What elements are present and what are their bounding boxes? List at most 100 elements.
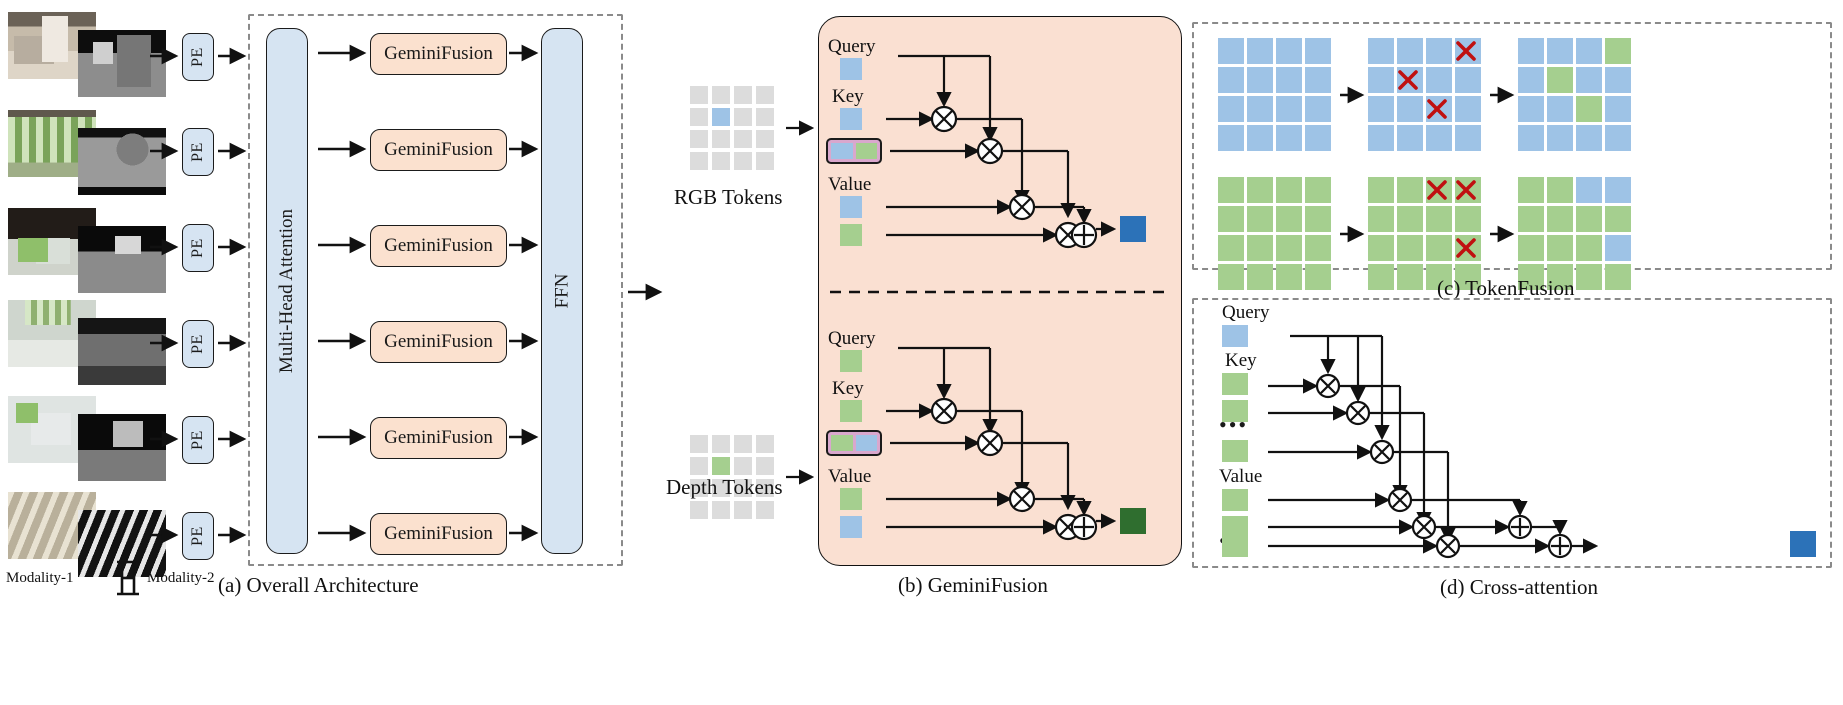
- token-cell: [1576, 38, 1602, 64]
- panel-d-output-token: [1790, 531, 1816, 557]
- token-cell: [1218, 38, 1244, 64]
- token-cell: [690, 130, 708, 148]
- multi-head-attention-block[interactable]: Multi-Head Attention: [266, 28, 308, 554]
- token-cell: [1368, 67, 1394, 93]
- pe-block[interactable]: PE: [182, 33, 214, 81]
- value-token: [1222, 489, 1248, 511]
- token-cell-pruned: [1455, 177, 1481, 203]
- pe-block[interactable]: PE: [182, 320, 214, 368]
- key-token: [1222, 373, 1248, 395]
- ffn-label: FFN: [550, 273, 572, 309]
- query-label: Query: [1222, 302, 1270, 323]
- gemini-fusion-block[interactable]: GeminiFusion: [370, 417, 507, 459]
- pe-label: PE: [188, 47, 206, 67]
- panel-a-caption: (a) Overall Architecture: [218, 573, 419, 597]
- token-cell: [1397, 206, 1423, 232]
- token-cell: [1247, 67, 1273, 93]
- token-cell: [756, 152, 774, 170]
- token-cell: [1426, 67, 1452, 93]
- key-label: Key: [832, 378, 864, 399]
- token-cell: [1426, 206, 1452, 232]
- token-cell: [734, 457, 752, 475]
- token-cell: [756, 130, 774, 148]
- token-cell: [1305, 235, 1331, 261]
- token-cell: [756, 457, 774, 475]
- pe-label: PE: [188, 142, 206, 162]
- ffn-block[interactable]: FFN: [541, 28, 583, 554]
- token-cell: [756, 108, 774, 126]
- token-cell: [1426, 38, 1452, 64]
- token-cell: [1455, 96, 1481, 122]
- gemini-fusion-label: GeminiFusion: [384, 523, 493, 544]
- token-cell: [1518, 235, 1544, 261]
- modality-2-thumbnail: [78, 226, 166, 293]
- token-cell: [1518, 96, 1544, 122]
- rgb-tokens-label: RGB Tokens: [674, 185, 783, 209]
- token-cell: [690, 108, 708, 126]
- token-cell: [734, 130, 752, 148]
- gemini-fusion-label: GeminiFusion: [384, 427, 493, 448]
- token-cell: [1247, 264, 1273, 290]
- pe-block[interactable]: PE: [182, 128, 214, 176]
- modality-2-thumbnail: [78, 30, 166, 97]
- token-cell: [1397, 125, 1423, 151]
- token-cell: [690, 435, 708, 453]
- token-cell-pruned: [1455, 38, 1481, 64]
- token-cell: [1368, 96, 1394, 122]
- token-cell: [1397, 235, 1423, 261]
- token-cell: [1276, 96, 1302, 122]
- gemini-fusion-block[interactable]: GeminiFusion: [370, 225, 507, 267]
- gemini-fusion-block[interactable]: GeminiFusion: [370, 129, 507, 171]
- value-label: Value: [1219, 466, 1263, 487]
- token-cell: [1247, 235, 1273, 261]
- token-cell: [1276, 67, 1302, 93]
- token-cell: [1218, 177, 1244, 203]
- gemini-fusion-label: GeminiFusion: [384, 331, 493, 352]
- token-cell: [1576, 235, 1602, 261]
- multi-head-attention-label: Multi-Head Attention: [276, 208, 297, 374]
- gemini-fusion-label: GeminiFusion: [384, 139, 493, 160]
- capsule-right-token: [855, 435, 877, 451]
- token-cell: [1518, 125, 1544, 151]
- token-cell: [1276, 177, 1302, 203]
- token-cell-pruned: [1397, 67, 1423, 93]
- legend-modality-2-label: Modality-2: [147, 570, 215, 586]
- token-cell: [1368, 235, 1394, 261]
- token-cell: [1576, 264, 1602, 290]
- token-cell: [1368, 38, 1394, 64]
- token-cell: [712, 130, 730, 148]
- token-cell: [1455, 206, 1481, 232]
- value-label: Value: [828, 466, 872, 487]
- token-cell: [1218, 67, 1244, 93]
- token-cell: [1247, 96, 1273, 122]
- token-cell: [1518, 67, 1544, 93]
- token-cell-highlight: [712, 108, 730, 126]
- token-cell-pruned: [1426, 177, 1452, 203]
- token-cell: [1426, 125, 1452, 151]
- token-cell: [1218, 235, 1244, 261]
- modality-2-thumbnail: [78, 414, 166, 481]
- gemini-fusion-block[interactable]: GeminiFusion: [370, 513, 507, 555]
- token-cell-substituted: [1547, 67, 1573, 93]
- token-cell: [756, 86, 774, 104]
- token-cell: [1547, 96, 1573, 122]
- key-ellipsis: •••: [1219, 412, 1249, 437]
- value-token: [840, 196, 862, 218]
- token-cell: [690, 86, 708, 104]
- token-cell: [712, 501, 730, 519]
- gemini-fusion-block[interactable]: GeminiFusion: [370, 33, 507, 75]
- key-label: Key: [832, 86, 864, 107]
- token-cell: [734, 435, 752, 453]
- token-cell: [1518, 38, 1544, 64]
- gemini-fusion-block[interactable]: GeminiFusion: [370, 321, 507, 363]
- token-cell: [712, 435, 730, 453]
- pe-block[interactable]: PE: [182, 416, 214, 464]
- token-cell: [1576, 206, 1602, 232]
- pe-block[interactable]: PE: [182, 512, 214, 560]
- pe-block[interactable]: PE: [182, 224, 214, 272]
- pe-label: PE: [188, 334, 206, 354]
- token-cell-pruned: [1455, 235, 1481, 261]
- token-cell: [734, 108, 752, 126]
- query-token: [840, 58, 862, 80]
- pe-label: PE: [188, 526, 206, 546]
